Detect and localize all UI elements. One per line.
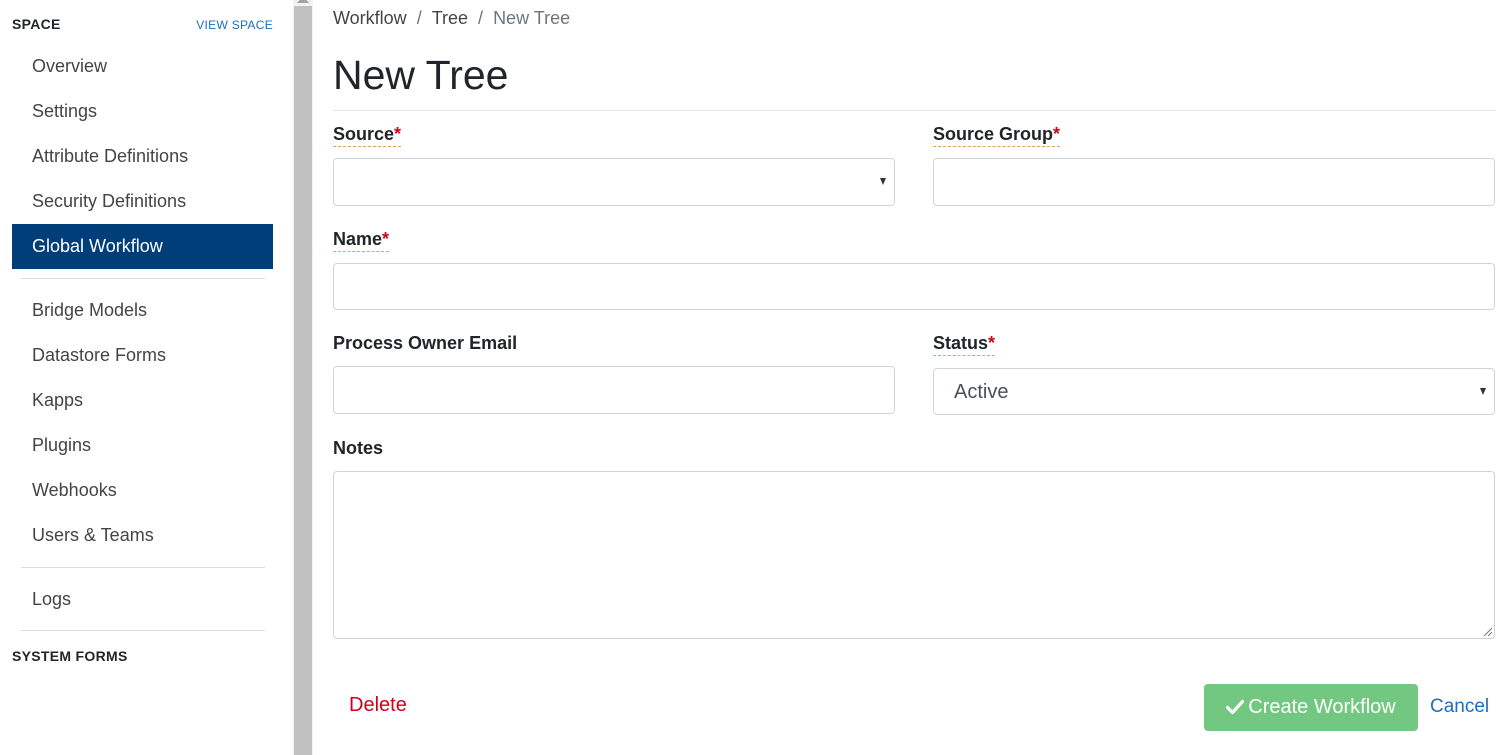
sidebar-item-users-teams[interactable]: Users & Teams: [12, 513, 273, 558]
sidebar-item-plugins[interactable]: Plugins: [12, 423, 273, 468]
notes-textarea[interactable]: [333, 471, 1495, 639]
scrollbar-thumb[interactable]: [294, 6, 312, 755]
notes-label: Notes: [333, 438, 384, 458]
source-group-field[interactable]: [933, 158, 1495, 206]
required-marker: *: [382, 229, 390, 249]
status-select[interactable]: Active: [933, 368, 1495, 415]
status-label-text: Status: [933, 333, 989, 353]
sidebar-item-security-definitions[interactable]: Security Definitions: [12, 179, 273, 224]
system-forms-title: SYSTEM FORMS: [12, 648, 128, 664]
sidebar-nav-tertiary: Logs: [12, 577, 273, 622]
name-field[interactable]: [333, 263, 1495, 310]
process-owner-email-field[interactable]: [333, 366, 895, 414]
scroll-up-arrow-icon[interactable]: [297, 0, 309, 3]
sidebar-item-logs[interactable]: Logs: [12, 577, 273, 622]
status-label: Status*: [933, 333, 996, 356]
caret-down-icon: [880, 178, 886, 185]
create-workflow-button[interactable]: Create Workflow: [1204, 684, 1418, 731]
sidebar-item-settings[interactable]: Settings: [12, 89, 273, 134]
sidebar-scrollbar[interactable]: [293, 0, 313, 755]
sidebar-item-kapps[interactable]: Kapps: [12, 378, 273, 423]
sidebar: SPACE VIEW SPACE Overview Settings Attri…: [0, 0, 293, 755]
source-label: Source*: [333, 124, 402, 147]
sidebar-nav-primary: Overview Settings Attribute Definitions …: [12, 44, 273, 269]
sidebar-item-overview[interactable]: Overview: [12, 44, 273, 89]
sidebar-nav-secondary: Bridge Models Datastore Forms Kapps Plug…: [12, 288, 273, 558]
source-select[interactable]: [333, 158, 895, 206]
caret-down-icon: [1480, 388, 1486, 395]
sidebar-divider: [21, 278, 265, 279]
sidebar-divider: [21, 567, 265, 568]
source-group-label-text: Source Group: [933, 124, 1054, 144]
sidebar-item-datastore-forms[interactable]: Datastore Forms: [12, 333, 273, 378]
resize-grip-icon[interactable]: [1482, 626, 1492, 636]
required-marker: *: [988, 333, 996, 353]
name-label-text: Name: [333, 229, 383, 249]
breadcrumb-separator: /: [416, 8, 422, 28]
create-workflow-label: Create Workflow: [1248, 696, 1396, 718]
sidebar-item-attribute-definitions[interactable]: Attribute Definitions: [12, 134, 273, 179]
breadcrumb-current: New Tree: [493, 8, 571, 28]
sidebar-item-global-workflow[interactable]: Global Workflow: [12, 224, 273, 269]
source-group-label: Source Group*: [933, 124, 1061, 147]
process-owner-email-label: Process Owner Email: [333, 333, 518, 353]
breadcrumb: Workflow / Tree / New Tree: [333, 8, 570, 29]
breadcrumb-separator: /: [478, 8, 484, 28]
breadcrumb-tree[interactable]: Tree: [432, 8, 468, 28]
sidebar-item-bridge-models[interactable]: Bridge Models: [12, 288, 273, 333]
name-label: Name*: [333, 229, 390, 252]
check-icon: [1226, 699, 1245, 715]
title-divider: [333, 110, 1495, 111]
sidebar-header: SPACE VIEW SPACE: [12, 16, 273, 36]
required-marker: *: [1053, 124, 1061, 144]
sidebar-section-title: SPACE: [12, 16, 61, 32]
cancel-button[interactable]: Cancel: [1430, 696, 1489, 718]
source-label-text: Source: [333, 124, 395, 144]
main-content: Workflow / Tree / New Tree New Tree Source* …: [333, 0, 1495, 755]
required-marker: *: [394, 124, 402, 144]
page-title: New Tree: [333, 52, 509, 98]
breadcrumb-workflow[interactable]: Workflow: [333, 8, 407, 28]
delete-button[interactable]: Delete: [349, 694, 407, 717]
sidebar-item-webhooks[interactable]: Webhooks: [12, 468, 273, 513]
view-space-link[interactable]: VIEW SPACE: [196, 18, 273, 32]
status-select-value: Active: [954, 381, 1009, 403]
sidebar-divider: [21, 630, 265, 631]
